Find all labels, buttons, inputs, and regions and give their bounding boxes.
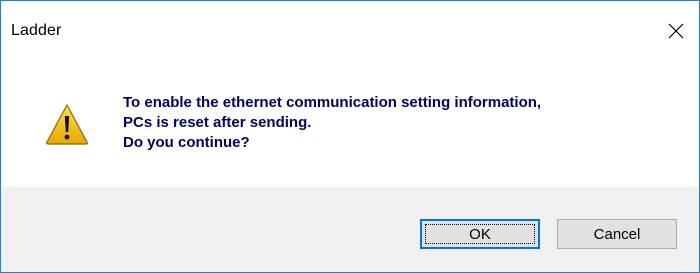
cancel-button-label: Cancel xyxy=(593,225,641,243)
dialog-window: Ladder To enable the ethernet communicat… xyxy=(0,0,700,273)
button-bar: OK Cancel xyxy=(1,187,699,272)
warning-icon xyxy=(45,103,89,145)
message-text: To enable the ethernet communication set… xyxy=(123,93,541,153)
title-bar: Ladder xyxy=(1,1,699,63)
message-area: To enable the ethernet communication set… xyxy=(1,63,699,187)
close-button[interactable] xyxy=(653,11,699,51)
focus-ring xyxy=(425,224,535,244)
message-line-1: To enable the ethernet communication set… xyxy=(123,94,542,111)
message-line-2: PCs is reset after sending. xyxy=(123,114,312,131)
message-line-3: Do you continue? xyxy=(123,134,250,151)
ok-button[interactable]: OK xyxy=(420,219,540,249)
window-title: Ladder xyxy=(11,22,62,39)
close-icon xyxy=(668,23,684,39)
cancel-button[interactable]: Cancel xyxy=(557,219,677,249)
